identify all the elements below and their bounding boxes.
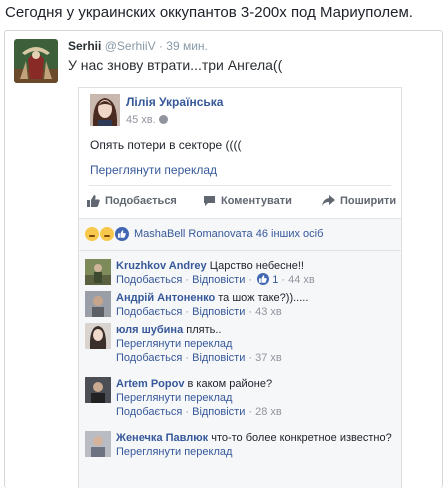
comment-avatar[interactable] <box>85 377 111 403</box>
comment-like-link[interactable]: Подобається <box>116 406 182 418</box>
share-label: Поширити <box>340 195 397 207</box>
comment-text: Царство небесне!! <box>209 260 304 272</box>
tweet-timestamp[interactable]: 39 мин. <box>166 39 208 53</box>
post-text: Опять потери в секторе (((( <box>90 138 242 152</box>
tweet-card: Serhii @SerhiiV · 39 мин. У нас знову вт… <box>4 30 443 488</box>
sad-reaction-icon <box>85 227 99 241</box>
post-author-name[interactable]: Лілія Українська <box>126 95 223 109</box>
tweet-text: У нас знову втрати...три Ангела(( <box>68 57 283 73</box>
share-button[interactable]: Поширити <box>322 188 396 214</box>
comment-meta: Подобається · Відповісти · 28 хв <box>116 406 282 418</box>
like-button[interactable]: Подобається <box>87 188 177 214</box>
comment-time[interactable]: 28 хв <box>255 406 282 418</box>
comment-translate-link[interactable]: Переглянути переклад <box>116 445 392 459</box>
comment-author[interactable]: юля шубина <box>116 324 183 336</box>
post-time-text: 45 хв. <box>126 114 156 126</box>
comment-avatar[interactable] <box>85 259 111 285</box>
comment-text: плять.. <box>186 324 222 336</box>
comment-author[interactable]: Artem Popov <box>116 378 184 390</box>
comment-reply-link[interactable]: Відповісти <box>192 274 245 286</box>
comment-label: Коментувати <box>221 195 292 207</box>
thumbs-up-icon <box>87 195 100 207</box>
comment-meta: Подобається · Відповісти · 37 хв <box>116 352 282 364</box>
comment-translate-link[interactable]: Переглянути переклад <box>116 337 282 351</box>
comment-like-link[interactable]: Подобається <box>116 352 182 364</box>
comment-reply-link[interactable]: Відповісти <box>192 306 245 318</box>
comment-time[interactable]: 43 хв <box>255 306 282 318</box>
comment-body: юля шубина плять.. Переглянути переклад … <box>116 323 282 365</box>
divider <box>89 185 391 186</box>
post-feedback-panel: MashaBell Romanova та 46 інших осіб Kruz… <box>79 218 401 488</box>
comment-icon <box>204 196 215 206</box>
tweet-author-handle[interactable]: @SerhiiV <box>105 39 156 53</box>
tweet-author-name[interactable]: Serhii <box>68 39 101 53</box>
like-label: Подобається <box>105 195 177 207</box>
tweet-header: Serhii @SerhiiV · 39 мин. <box>68 39 208 53</box>
comment-body: Kruzhkov Andrey Царство небесне!! Подоба… <box>116 259 315 287</box>
comment-author[interactable]: Kruzhkov Andrey <box>116 260 207 272</box>
comment-like-link[interactable]: Подобається <box>116 274 182 286</box>
tweet-avatar[interactable] <box>14 39 58 83</box>
comment-text: в каком районе? <box>187 378 273 390</box>
comment-body: Artem Popov в каком районе? Переглянути … <box>116 377 282 419</box>
share-icon <box>322 195 335 206</box>
comment-time[interactable]: 44 хв <box>288 274 315 286</box>
comment-avatar[interactable] <box>85 431 111 457</box>
haha-reaction-icon <box>100 227 114 241</box>
comment-body: Андрій Антоненко та шож таке?))..... Под… <box>116 291 308 319</box>
comment-meta: Подобається · Відповісти · 1 · 44 хв <box>116 273 315 286</box>
comment-translate-link[interactable]: Переглянути переклад <box>116 391 282 405</box>
embedded-facebook-post: Лілія Українська 45 хв. Опять потери в с… <box>78 87 402 488</box>
comment-text: что-то более конкретное известно? <box>211 432 392 444</box>
reactions-others[interactable]: та 46 інших осіб <box>242 228 324 240</box>
post-actions: Подобається Коментувати Поширити <box>79 188 401 214</box>
post-timestamp[interactable]: 45 хв. <box>126 114 168 126</box>
like-reaction-icon <box>115 227 129 241</box>
comment-body: Женечка Павлюк что-то более конкретное и… <box>116 431 392 459</box>
comment-like-link[interactable]: Подобається <box>116 306 182 318</box>
comment-reply-link[interactable]: Відповісти <box>192 406 245 418</box>
comment-button[interactable]: Коментувати <box>203 188 292 214</box>
comment-text: та шож таке?))..... <box>218 292 309 304</box>
comment-avatar[interactable] <box>85 323 111 349</box>
comment-author[interactable]: Андрій Антоненко <box>116 292 215 304</box>
comment-author[interactable]: Женечка Павлюк <box>116 432 208 444</box>
comment-time[interactable]: 37 хв <box>255 352 282 364</box>
comment-meta: Подобається · Відповісти · 43 хв <box>116 306 282 318</box>
post-translate-link[interactable]: Переглянути переклад <box>90 163 217 177</box>
comment-avatar[interactable] <box>85 291 111 317</box>
reactions-summary[interactable]: MashaBell Romanova та 46 інших осіб <box>85 226 323 242</box>
headline: Сегодня у украинских оккупантов 3-200х п… <box>5 4 413 21</box>
reactions-names[interactable]: MashaBell Romanova <box>134 228 242 240</box>
comments-list: Kruzhkov Andrey Царство небесне!! Подоба… <box>79 250 401 458</box>
like-count-icon <box>257 273 270 285</box>
comment-reply-link[interactable]: Відповісти <box>192 352 245 364</box>
post-author-avatar[interactable] <box>90 94 120 126</box>
globe-icon <box>158 115 168 124</box>
